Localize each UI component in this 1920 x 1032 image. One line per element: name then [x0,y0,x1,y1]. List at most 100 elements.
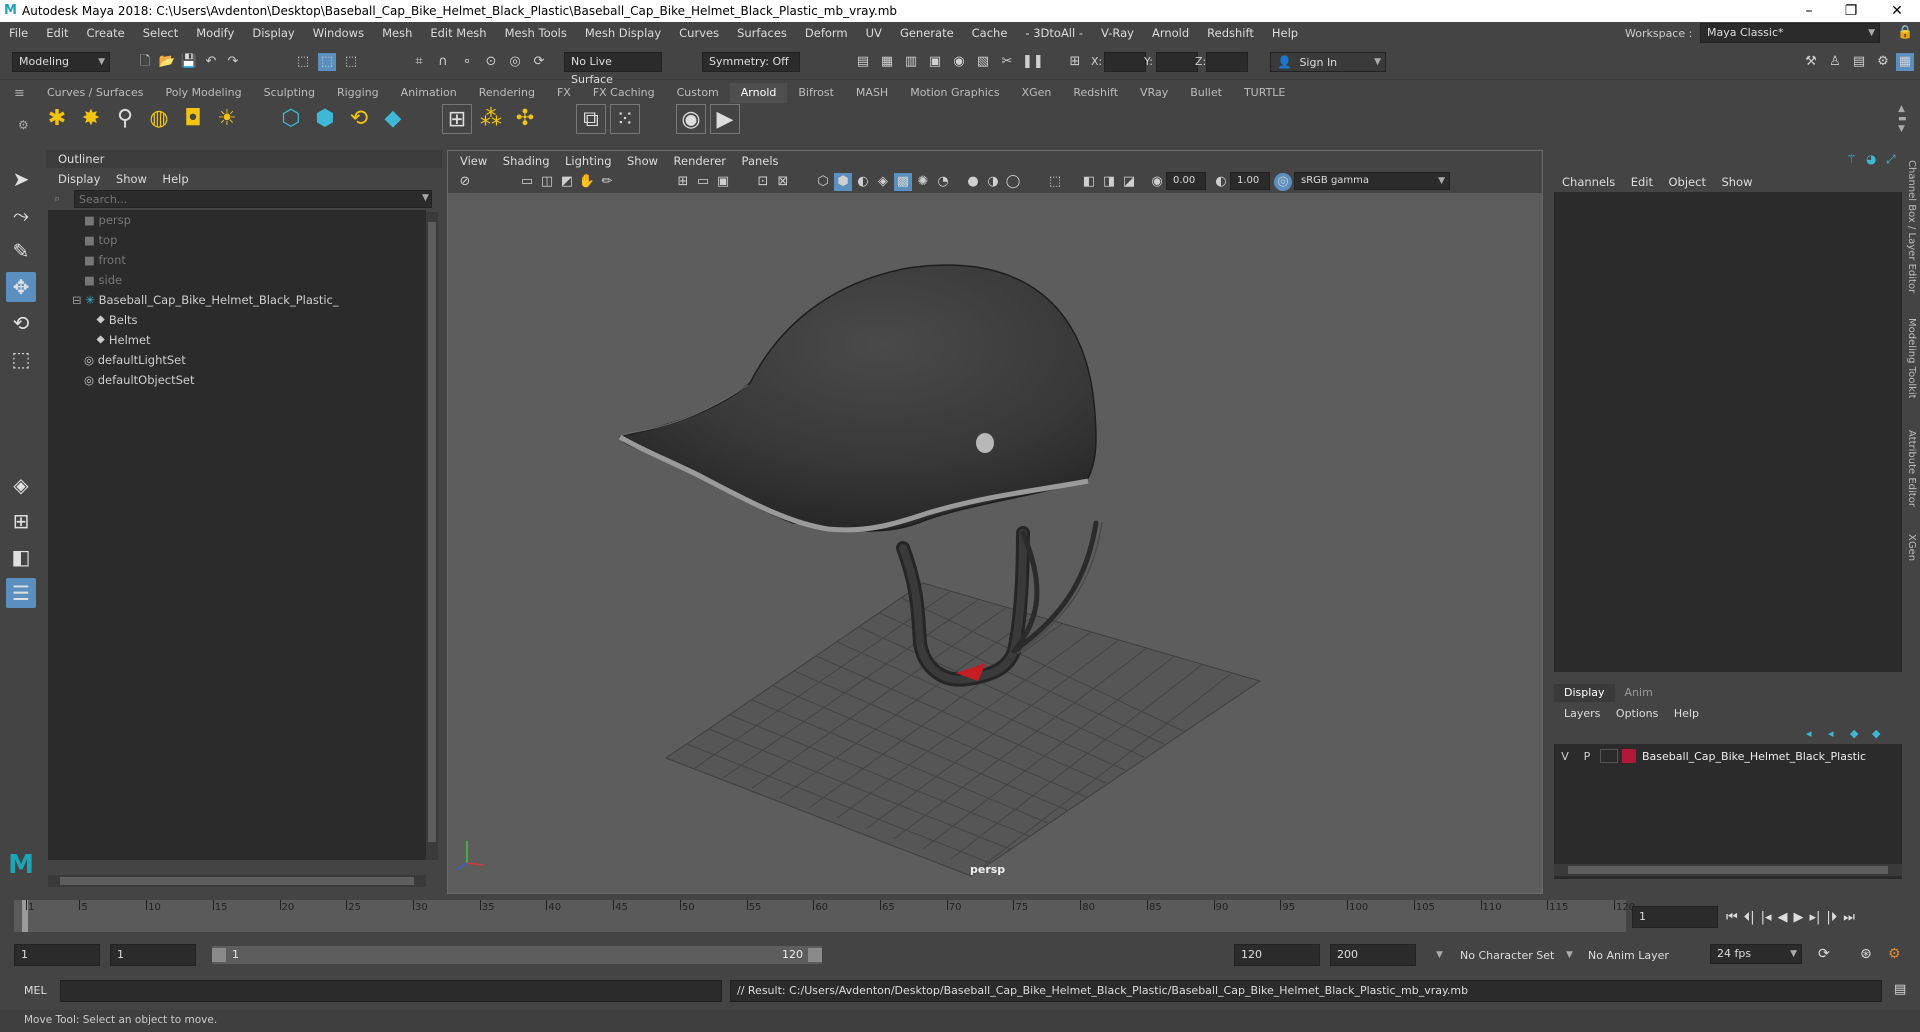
viewport-menu-shading[interactable]: Shading [503,154,550,168]
shadows-icon[interactable]: ◔ [934,173,952,191]
paint-select-tool-icon[interactable]: ✎ [6,236,36,266]
menu-cache[interactable]: Cache [963,22,1017,44]
skydome-light-icon[interactable]: ◍ [144,104,174,134]
play-render-icon[interactable]: ▶ [710,104,740,134]
anim-layer-label[interactable]: No Anim Layer [1588,949,1669,962]
field-chart-icon[interactable]: ⊡ [754,173,772,191]
close-button[interactable]: ✕ [1874,0,1920,22]
symmetry-dropdown[interactable]: Symmetry: Off [702,52,800,72]
standin-icon[interactable]: ⬡ [276,104,306,134]
menu-3dtoall[interactable]: - 3DtoAll - [1016,22,1092,44]
menu-modify[interactable]: Modify [187,22,243,44]
step-forward-key-icon[interactable]: |⏵ [1826,910,1837,925]
x-field[interactable] [1104,52,1146,72]
menu-display[interactable]: Display [243,22,303,44]
pause-icon[interactable]: ❚❚ [1022,53,1044,71]
move-layer-up-icon[interactable]: ◂ [1806,727,1812,740]
outliner-item-default-light-set[interactable]: ◎ defaultLightSet [84,350,186,370]
exposure-icon[interactable]: ◉ [1148,173,1166,191]
open-scene-icon[interactable]: 📂 [158,53,176,71]
fps-dropdown[interactable]: 24 fps ▼ [1710,944,1802,964]
collapse-icon[interactable]: ⊟ [72,293,82,307]
render-frame-icon[interactable]: ▦ [878,53,896,71]
outliner-menu-display[interactable]: Display [58,172,100,186]
menuset-dropdown[interactable]: Modeling ▼ [12,52,110,72]
outliner-item-default-object-set[interactable]: ◎ defaultObjectSet [84,370,195,390]
photometric-light-icon[interactable]: ⚲ [110,104,140,134]
anti-aliasing-icon[interactable]: ◯ [1004,173,1022,191]
playback-start-field[interactable]: 1 [110,944,196,966]
loop-icon[interactable]: ⟳ [1818,946,1830,962]
step-back-frame-icon[interactable]: |◂ [1761,910,1772,925]
shelf-tab-animation[interactable]: Animation [390,83,468,103]
shelf-tab-poly-modeling[interactable]: Poly Modeling [155,83,253,103]
txmanager-icon[interactable]: ⧉ [576,104,606,134]
ambient-occlusion-icon[interactable]: ● [964,173,982,191]
hypershade-icon[interactable]: ◉ [950,53,968,71]
shelf-scroll-arrows-icon[interactable]: ▲ ▬ ▼ [1898,104,1907,134]
channel-box-settings-icon[interactable]: ⚚ [1846,152,1857,166]
range-start-handle[interactable] [212,948,226,962]
vray-render-icon[interactable]: ▧ [974,53,992,71]
camera-attributes-icon[interactable]: ▭ [518,173,536,191]
animation-preferences-icon[interactable]: ⚙ [1888,946,1901,962]
shelf-tab-bifrost[interactable]: Bifrost [787,83,845,103]
menu-redshift[interactable]: Redshift [1198,22,1263,44]
select-component-icon[interactable]: ⬚ [342,53,360,71]
menu-curves[interactable]: Curves [670,22,728,44]
wireframe-icon[interactable]: ⬡ [814,173,832,191]
menu-windows[interactable]: Windows [304,22,373,44]
shelf-tab-redshift[interactable]: Redshift [1062,83,1129,103]
viewport-canvas[interactable]: persp [448,193,1542,893]
arnold-tool-icon[interactable]: ⁙ [610,104,640,134]
layer-visibility-toggle[interactable]: V [1554,750,1576,763]
anim-layer-arrow-icon[interactable]: ▼ [1566,950,1573,960]
textured-icon[interactable]: ▩ [894,173,912,191]
scene-start-field[interactable]: 1 [14,944,100,966]
playback-end-field[interactable]: 120 [1234,944,1320,966]
undo-icon[interactable]: ↶ [202,53,220,71]
time-slider[interactable]: 1 5 10 15 20 25 30 35 40 45 50 55 60 65 70 75 80 85 90 95 10… [14,900,1635,932]
channel-box-icon[interactable]: ▦ [1896,53,1914,71]
workspace-dropdown[interactable]: Maya Classic* ▼ [1700,23,1880,43]
character-set-label[interactable]: No Character Set [1460,949,1554,962]
outliner-vertical-scrollbar[interactable] [426,212,438,860]
new-scene-icon[interactable]: 🗋 [136,53,154,71]
export-standin-icon[interactable]: ⬢ [310,104,340,134]
range-end-handle[interactable] [808,948,822,962]
vray-ipr-icon[interactable]: ✂ [998,53,1016,71]
snap-curve-icon[interactable]: ∩ [434,53,452,71]
menu-uv[interactable]: UV [857,22,891,44]
outliner-item-group[interactable]: ⊟ ✳ Baseball_Cap_Bike_Helmet_Black_Plast… [72,290,339,310]
license-manager-icon[interactable]: ✣ [510,104,540,134]
scrollbar-thumb[interactable] [428,222,436,842]
layer-tab-display[interactable]: Display [1554,684,1615,702]
play-backwards-icon[interactable]: ◀ [1778,910,1788,925]
step-back-key-icon[interactable]: ⏴| [1744,910,1755,925]
command-input[interactable] [60,980,722,1002]
curve-collector-icon[interactable]: ⟲ [344,104,374,134]
shelf-tab-arnold[interactable]: Arnold [729,83,788,103]
flush-cache-icon[interactable]: ⁂ [476,104,506,134]
volume-icon[interactable]: ◆ [378,104,408,134]
shelf-tab-sculpting[interactable]: Sculpting [253,83,326,103]
xray-active-icon[interactable]: ◪ [1120,173,1138,191]
shelf-tab-turtle[interactable]: TURTLE [1233,83,1296,103]
layer-menu-layers[interactable]: Layers [1564,707,1600,720]
minimize-button[interactable]: – [1786,0,1832,22]
menu-vray[interactable]: V-Ray [1092,22,1143,44]
render-view-arnold-icon[interactable]: ⊞ [442,104,472,134]
shelf-tab-rendering[interactable]: Rendering [468,83,546,103]
snap-live-icon[interactable]: ⟳ [530,53,548,71]
menu-mesh[interactable]: Mesh [373,22,421,44]
move-tool-icon[interactable]: ✥ [6,272,36,302]
menu-help[interactable]: Help [1263,22,1307,44]
two-d-pan-icon[interactable]: ✋ [578,173,596,191]
layer-horizontal-scrollbar[interactable] [1554,864,1902,876]
menu-edit[interactable]: Edit [37,22,77,44]
layer-type-toggle[interactable] [1600,749,1618,763]
outliner-item-belts[interactable]: ⯁ Belts [96,310,138,330]
exposure-field[interactable]: 0.00 [1166,172,1206,190]
lasso-tool-icon[interactable]: ⤳ [6,200,36,230]
character-controls-icon[interactable]: ♙ [1826,53,1844,71]
